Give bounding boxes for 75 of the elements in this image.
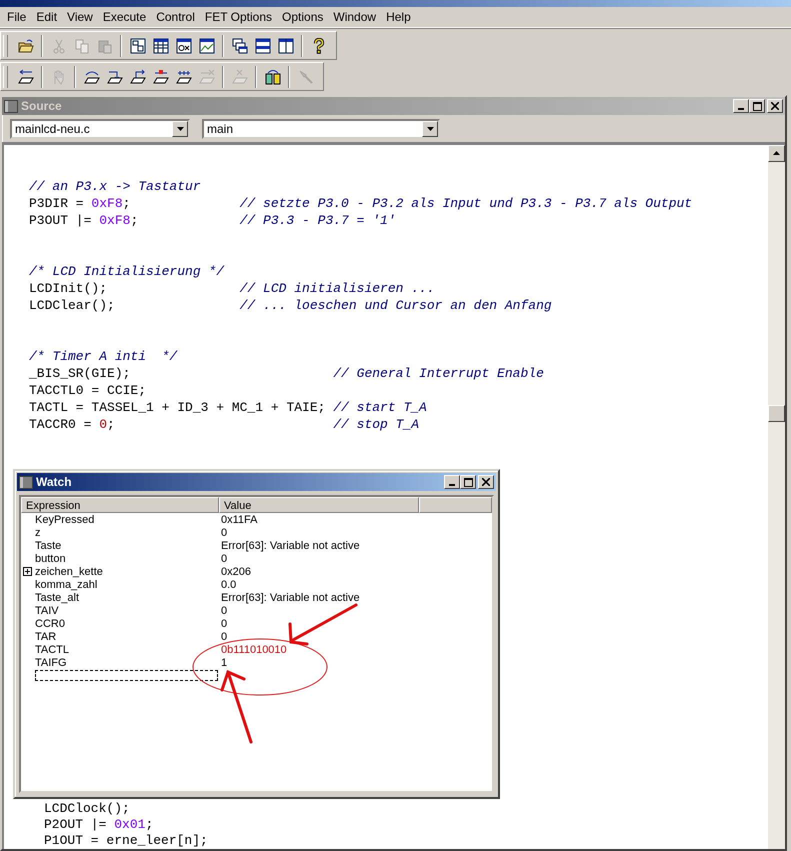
- expression-label[interactable]: z: [35, 526, 40, 539]
- expression-label[interactable]: TAIFG: [35, 656, 67, 669]
- column-header[interactable]: Value: [219, 497, 419, 513]
- vertical-scrollbar[interactable]: [768, 145, 785, 849]
- code-line: LCDClock();: [44, 801, 130, 817]
- value-text: 0.0: [220, 578, 236, 591]
- expression-label[interactable]: Taste_alt: [35, 591, 80, 604]
- value-text: 0: [220, 526, 228, 539]
- menu-item[interactable]: Execute: [98, 10, 152, 24]
- expression-label[interactable]: TACTL: [35, 643, 70, 656]
- column-header[interactable]: Expression: [21, 497, 219, 513]
- code-line: P3OUT |= 0xF8;: [29, 212, 138, 229]
- code-line: TACCTL0 = CCIE;: [29, 382, 146, 399]
- menu-item[interactable]: Control: [151, 10, 200, 24]
- code-comment: // start T_A: [333, 399, 427, 416]
- menu-item[interactable]: FET Options: [200, 10, 278, 24]
- expression-label[interactable]: Taste: [35, 539, 62, 552]
- code-line: P3DIR = 0xF8;: [29, 195, 130, 212]
- code-line: P1OUT = erne_leer[n];: [44, 833, 208, 849]
- expand-icon[interactable]: [23, 567, 32, 576]
- value-text: 0: [220, 630, 228, 643]
- code-comment: // General Interrupt Enable: [333, 365, 544, 382]
- expression-label[interactable]: komma_zahl: [35, 578, 98, 591]
- code-line: LCDInit();: [29, 280, 108, 297]
- empty-expression-slot[interactable]: [35, 670, 218, 681]
- window-title: Source: [21, 99, 63, 113]
- value-text: Error[63]: Variable not active: [220, 591, 360, 604]
- code-line: P2OUT |= 0x01;: [44, 817, 154, 833]
- column-header[interactable]: [419, 497, 492, 513]
- code-comment: // stop T_A: [333, 416, 420, 433]
- menu-item[interactable]: View: [62, 10, 98, 24]
- code-comment: /* LCD Initialisierung */: [29, 263, 224, 280]
- file-dropdown[interactable]: mainlcd-neu.c: [10, 119, 190, 139]
- value-text: 0: [220, 552, 228, 565]
- minimize-icon[interactable]: [444, 475, 460, 489]
- menu-item[interactable]: File: [2, 10, 32, 24]
- expression-label[interactable]: TAR: [35, 630, 56, 643]
- close-icon[interactable]: [767, 99, 783, 113]
- scroll-up-icon[interactable]: [768, 145, 785, 162]
- menu-item[interactable]: Window: [328, 10, 382, 24]
- window-title: Watch: [36, 475, 73, 489]
- document-icon: [19, 476, 33, 488]
- annotation-arrow: [288, 604, 358, 646]
- code-comment: // an P3.x -> Tastatur: [29, 178, 201, 195]
- value-text: 0b111010010: [220, 643, 287, 656]
- code-comment: /* Timer A inti */: [29, 348, 178, 365]
- code-line: LCDClear();: [29, 297, 115, 314]
- value-text: 1: [220, 656, 228, 669]
- menu-item[interactable]: Options: [277, 10, 328, 24]
- function-dropdown[interactable]: main: [202, 119, 440, 139]
- expression-label[interactable]: CCR0: [35, 617, 65, 630]
- code-comment: // P3.3 - P3.7 = '1': [240, 212, 396, 229]
- menu-item[interactable]: Help: [381, 10, 416, 24]
- code-comment: // ... loeschen und Cursor an den Anfang: [240, 297, 552, 314]
- code-comment: // setzte P3.0 - P3.2 als Input und P3.3 - P3.7 als Output: [240, 195, 692, 212]
- expression-label[interactable]: zeichen_kette: [35, 565, 103, 578]
- value-text: 0: [220, 604, 228, 617]
- minimize-icon[interactable]: [733, 99, 749, 113]
- value-text: 0: [220, 617, 228, 630]
- value-text: 0x11FA: [220, 513, 258, 526]
- code-line: TACTL = TASSEL_1 + ID_3 + MC_1 + TAIE;: [29, 399, 326, 416]
- expression-label[interactable]: KeyPressed: [35, 513, 94, 526]
- document-icon: [4, 100, 18, 112]
- expression-label[interactable]: button: [35, 552, 66, 565]
- code-comment: // LCD initialisieren ...: [240, 280, 435, 297]
- expression-label[interactable]: TAIV: [35, 604, 59, 617]
- value-text: 0x206: [220, 565, 251, 578]
- scroll-thumb[interactable]: [768, 405, 785, 422]
- close-icon[interactable]: [478, 475, 494, 489]
- maximize-icon[interactable]: [749, 99, 765, 113]
- code-line: _BIS_SR(GIE);: [29, 365, 130, 382]
- menu-item[interactable]: Edit: [31, 10, 62, 24]
- maximize-icon[interactable]: [460, 475, 476, 489]
- code-line: TACCR0 = 0;: [29, 416, 115, 433]
- value-text: Error[63]: Variable not active: [220, 539, 360, 552]
